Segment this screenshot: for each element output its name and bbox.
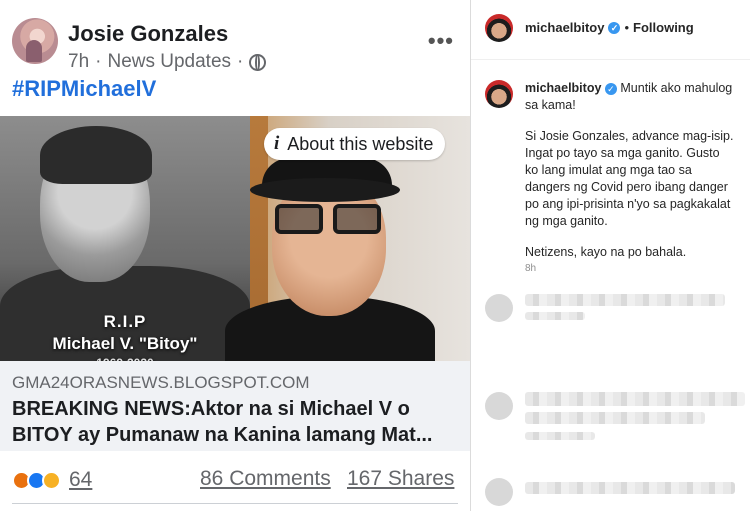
caption-first-line: michaelbitoy ✓ Muntik ako mahulog sa kam… (525, 80, 735, 114)
hashtag-link[interactable]: #RIPMichaelV (12, 76, 156, 102)
ig-username[interactable]: michaelbitoy (525, 20, 604, 35)
blurred-comment-avatar (485, 478, 513, 506)
following-button[interactable]: Following (633, 20, 694, 35)
caption-paragraph-2: Si Josie Gonzales, advance mag-isip. Ing… (525, 129, 734, 228)
reaction-count[interactable]: 64 (69, 468, 92, 492)
author-avatar[interactable] (12, 18, 58, 64)
caption-avatar[interactable] (485, 80, 513, 108)
ig-header-user: michaelbitoy ✓ • Following (525, 20, 694, 35)
caption-time: 8h (525, 263, 537, 274)
about-website-button[interactable]: i About this website (264, 128, 446, 160)
post-divider (12, 503, 458, 504)
blurred-comment (525, 412, 705, 424)
man-cap-brim (250, 178, 400, 202)
facebook-post: Josie Gonzales 7h · News Updates · ••• #… (0, 0, 470, 511)
ig-caption: michaelbitoy ✓ Muntik ako mahulog sa kam… (525, 80, 735, 261)
instagram-post: michaelbitoy ✓ • Following michaelbitoy … (471, 0, 750, 511)
man-glasses (275, 204, 383, 236)
group-name[interactable]: News Updates (107, 51, 231, 73)
rip-label: R.I.P (103, 312, 147, 331)
blurred-comment (525, 294, 725, 306)
info-icon: i (274, 133, 280, 154)
post-header: Josie Gonzales 7h · News Updates · ••• (12, 14, 460, 74)
caption-username[interactable]: michaelbitoy (525, 81, 601, 95)
post-stats: 64 86 Comments 167 Shares (12, 462, 458, 498)
caption-paragraph-3: Netizens, kayo na po bahala. (525, 245, 687, 259)
link-preview-card[interactable]: GMA24ORASNEWS.BLOGSPOT.COM BREAKING NEWS… (0, 361, 470, 451)
blurred-comment-avatar (485, 294, 513, 322)
link-domain: GMA24ORASNEWS.BLOGSPOT.COM (12, 373, 310, 392)
blurred-comment-meta (525, 312, 585, 320)
blurred-comment-avatar (485, 392, 513, 420)
more-options-button[interactable]: ••• (428, 28, 454, 54)
post-time[interactable]: 7h (68, 51, 89, 73)
verified-badge-icon: ✓ (604, 83, 617, 95)
rip-name: Michael V. "Bitoy" (52, 334, 198, 353)
sad-react-icon (42, 470, 61, 490)
blurred-comment-meta (525, 432, 595, 440)
blurred-comment (525, 392, 745, 406)
ig-header: michaelbitoy ✓ • Following (471, 0, 750, 60)
memorial-photo-hair (40, 126, 152, 184)
ig-avatar[interactable] (485, 14, 513, 42)
link-preview-image[interactable]: R.I.P Michael V. "Bitoy" 1969-2020 i Abo… (0, 116, 470, 361)
ig-dot: • (624, 20, 630, 35)
globe-icon (249, 53, 267, 71)
post-meta: 7h · News Updates · (68, 51, 267, 73)
blurred-comment (525, 482, 735, 494)
about-website-label: About this website (287, 133, 434, 154)
verified-badge-icon: ✓ (608, 21, 621, 34)
meta-separator: · (95, 51, 102, 72)
author-name[interactable]: Josie Gonzales (68, 21, 228, 47)
comments-count-link[interactable]: 86 Comments (200, 467, 331, 491)
shares-count-link[interactable]: 167 Shares (347, 467, 454, 491)
meta-separator: · (237, 51, 244, 72)
link-headline: BREAKING NEWS:Aktor na si Michael V o BI… (12, 398, 433, 446)
